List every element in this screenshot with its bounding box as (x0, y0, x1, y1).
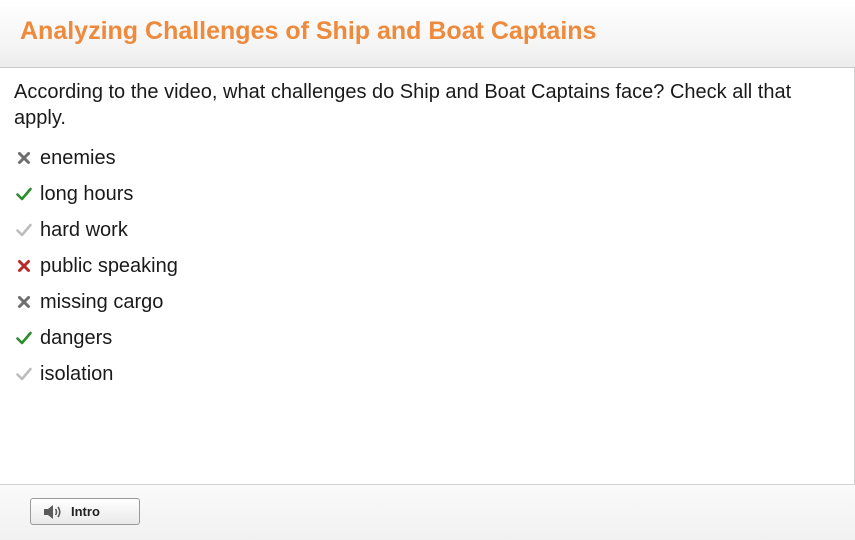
answer-option-public-speaking[interactable]: public speaking (14, 251, 178, 287)
x-icon (14, 292, 34, 312)
answer-option-dangers[interactable]: dangers (14, 323, 178, 359)
answer-option-hard-work[interactable]: hard work (14, 215, 178, 251)
answer-option-enemies[interactable]: enemies (14, 143, 178, 179)
check-icon (14, 184, 34, 204)
answer-label: isolation (40, 363, 114, 385)
footer-bar: Intro (0, 484, 855, 540)
answer-label: hard work (40, 219, 128, 241)
question-text: According to the video, what challenges … (14, 81, 792, 129)
check-icon (14, 328, 34, 348)
check-icon (14, 220, 34, 240)
answer-options-list: enemies long hours hard work public spea… (14, 143, 178, 395)
answer-option-missing-cargo[interactable]: missing cargo (14, 287, 178, 323)
answer-label: dangers (40, 327, 113, 349)
page-title: Analyzing Challenges of Ship and Boat Ca… (20, 17, 597, 45)
header-bar: Analyzing Challenges of Ship and Boat Ca… (0, 0, 855, 68)
answer-label: enemies (40, 147, 116, 169)
x-icon (14, 256, 34, 276)
intro-button[interactable]: Intro (30, 498, 140, 525)
x-icon (14, 148, 34, 168)
answer-option-long-hours[interactable]: long hours (14, 179, 178, 215)
answer-option-isolation[interactable]: isolation (14, 359, 178, 395)
quiz-page: Analyzing Challenges of Ship and Boat Ca… (0, 0, 855, 540)
check-icon (14, 364, 34, 384)
answer-label: long hours (40, 183, 134, 205)
intro-button-label: Intro (71, 504, 100, 519)
answer-label: public speaking (40, 255, 178, 277)
answer-label: missing cargo (40, 291, 164, 313)
speaker-icon (42, 503, 64, 521)
